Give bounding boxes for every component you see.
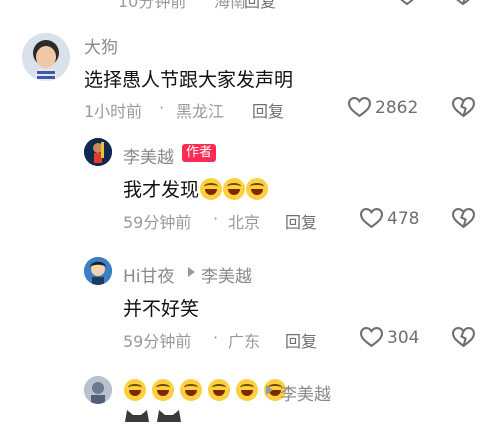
avatar[interactable]	[84, 376, 112, 404]
reply-button[interactable]: 回复	[252, 98, 284, 122]
reply-arrow-icon	[266, 385, 273, 395]
like-count: 2862	[375, 98, 419, 118]
comment-text: 并不好笑	[123, 298, 200, 320]
dislike-heart-icon[interactable]	[452, 327, 475, 348]
comment-text: 选择愚人节跟大家发声明	[84, 69, 294, 91]
laugh-cry-icon	[200, 178, 223, 200]
reply-button[interactable]: 回复	[285, 328, 317, 352]
like-count: 304	[387, 328, 420, 348]
grin-icon	[180, 379, 203, 401]
author-badge: 作者	[182, 144, 217, 162]
grin-icon	[236, 379, 259, 401]
heart-icon[interactable]	[360, 208, 383, 229]
like-count: 478	[387, 209, 420, 229]
grin-icon	[152, 379, 175, 401]
avatar[interactable]	[84, 138, 112, 166]
comment-location: 北京	[228, 213, 261, 232]
comment-text-row: 我才发现	[123, 175, 269, 202]
reply-to-username[interactable]: 李美越	[280, 380, 331, 405]
comment-username[interactable]: 大狗	[84, 33, 118, 58]
reply-button[interactable]: 回复	[244, 0, 276, 12]
comment-time: 59分钟前	[123, 213, 192, 232]
heart-icon[interactable]	[360, 327, 383, 348]
comment-location: 海南	[214, 0, 247, 11]
laugh-cry-icon	[223, 178, 246, 200]
reply-arrow-icon	[188, 267, 195, 277]
comment-username[interactable]: 李美越	[123, 143, 174, 168]
comment-username[interactable]: Hi甘夜	[123, 262, 175, 287]
dislike-heart-icon[interactable]	[452, 0, 474, 6]
comment-time: 59分钟前	[123, 332, 192, 351]
separator-dot: ·	[213, 328, 219, 347]
reply-to-username[interactable]: 李美越	[201, 262, 252, 287]
comment-text: 我才发现	[123, 179, 200, 201]
emoji-username[interactable]	[123, 379, 287, 401]
separator-dot: ·	[213, 209, 219, 228]
grin-icon	[124, 379, 146, 401]
heart-icon[interactable]	[348, 97, 371, 118]
avatar[interactable]	[84, 257, 112, 285]
comment-time: 1小时前	[84, 102, 143, 121]
comment-location: 黑龙江	[176, 102, 225, 121]
comment-time: 10分钟前	[118, 0, 187, 11]
dislike-heart-icon[interactable]	[452, 208, 475, 229]
avatar[interactable]	[22, 33, 70, 81]
comment-location: 广东	[228, 332, 261, 351]
reply-button[interactable]: 回复	[285, 209, 317, 233]
heart-icon[interactable]	[396, 0, 418, 6]
grin-icon	[208, 379, 231, 401]
separator-dot: ·	[159, 98, 165, 117]
dislike-heart-icon[interactable]	[452, 97, 475, 118]
laugh-cry-icon	[246, 178, 269, 200]
